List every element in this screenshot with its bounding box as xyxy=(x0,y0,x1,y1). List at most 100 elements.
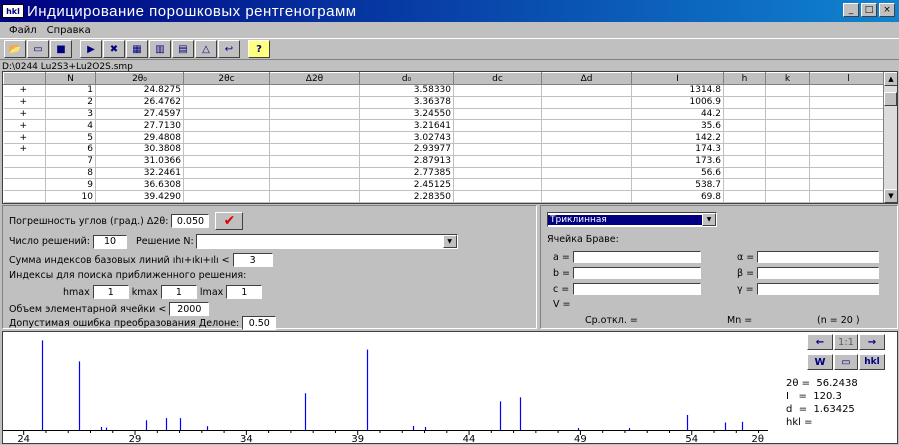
zoom-1-1-button[interactable]: 1:1 xyxy=(834,334,858,350)
col-header-n[interactable]: N xyxy=(45,72,96,85)
row-delta-d[interactable] xyxy=(541,84,632,97)
row-d-calc[interactable] xyxy=(453,131,542,144)
row-n[interactable]: 5 xyxy=(45,131,96,144)
delaunay-input[interactable]: 0.50 xyxy=(242,316,277,330)
row-intensity[interactable]: 35.6 xyxy=(631,119,724,133)
crystal-system-select[interactable]: Триклинная ▼ xyxy=(547,212,717,227)
row-mark[interactable]: + xyxy=(3,143,46,156)
row-d[interactable]: 3.24550 xyxy=(359,108,454,121)
row-d[interactable]: 2.77385 xyxy=(359,167,454,180)
row-two-theta[interactable]: 39.4290 xyxy=(95,190,184,203)
row-delta-d[interactable] xyxy=(541,131,632,144)
row-mark[interactable] xyxy=(3,167,46,180)
row-two-theta[interactable]: 36.6308 xyxy=(95,178,184,192)
row-two-theta-calc[interactable] xyxy=(183,178,270,192)
gamma-field[interactable] xyxy=(757,283,879,295)
row-l[interactable] xyxy=(809,178,888,192)
row-d[interactable]: 2.45125 xyxy=(359,178,454,192)
row-two-theta-calc[interactable] xyxy=(183,190,270,203)
save-icon[interactable]: ▭ xyxy=(27,40,49,58)
row-mark[interactable]: + xyxy=(3,96,46,109)
row-l[interactable] xyxy=(809,131,888,144)
app-hkl-icon[interactable]: hkl xyxy=(2,4,24,18)
col-header-d-obs[interactable]: d₀ xyxy=(359,72,454,85)
row-mark[interactable]: + xyxy=(3,119,46,133)
chevron-down-icon[interactable]: ▼ xyxy=(442,235,457,248)
row-h[interactable] xyxy=(723,96,766,109)
run-icon[interactable]: ▶ xyxy=(80,40,102,58)
row-intensity[interactable]: 173.6 xyxy=(631,155,724,168)
row-k[interactable] xyxy=(765,108,810,121)
apply-check-icon[interactable]: ✔ xyxy=(215,212,244,230)
diffraction-chart[interactable]: 24 29 34 39 44 49 54 2θ ← 1:1 → W ▭ hkl 2θ = 56… xyxy=(2,331,898,444)
row-delta-d[interactable] xyxy=(541,108,632,121)
angle-error-input[interactable]: 0.050 xyxy=(171,214,210,228)
col-header-mark[interactable] xyxy=(3,72,46,85)
save-chart-icon[interactable]: ▭ xyxy=(834,354,858,370)
row-two-theta[interactable]: 30.3808 xyxy=(95,143,184,156)
row-intensity[interactable]: 1314.8 xyxy=(631,84,724,97)
table-row[interactable]: +4 27.7130 3.21641 35.6 xyxy=(3,119,888,133)
row-two-theta-calc[interactable] xyxy=(183,108,270,121)
row-l[interactable] xyxy=(809,143,888,156)
row-delta-d[interactable] xyxy=(541,155,632,168)
row-k[interactable] xyxy=(765,84,810,97)
hkl-button[interactable]: hkl xyxy=(859,354,885,370)
row-d-calc[interactable] xyxy=(453,190,542,203)
beta-field[interactable] xyxy=(757,267,879,279)
row-h[interactable] xyxy=(723,167,766,180)
table-row[interactable]: +1 24.8275 3.58330 1314.8 xyxy=(3,84,888,97)
row-intensity[interactable]: 44.2 xyxy=(631,108,724,121)
row-intensity[interactable]: 56.6 xyxy=(631,167,724,180)
row-d[interactable]: 3.36378 xyxy=(359,96,454,109)
col-header-k[interactable]: k xyxy=(765,72,810,85)
row-h[interactable] xyxy=(723,84,766,97)
row-mark[interactable] xyxy=(3,155,46,168)
row-delta-two-theta[interactable] xyxy=(269,108,360,121)
row-delta-d[interactable] xyxy=(541,96,632,109)
delete-icon[interactable]: ✖ xyxy=(103,40,125,58)
row-n[interactable]: 9 xyxy=(45,178,96,192)
diffraction-plot[interactable]: 24 29 34 39 44 49 54 2θ xyxy=(3,332,768,443)
col-header-two-theta-obs[interactable]: 2θ₀ xyxy=(95,72,184,85)
b-field[interactable] xyxy=(573,267,701,279)
row-k[interactable] xyxy=(765,96,810,109)
lmax-input[interactable]: 1 xyxy=(226,285,263,299)
row-d-calc[interactable] xyxy=(453,178,542,192)
row-l[interactable] xyxy=(809,108,888,121)
row-delta-two-theta[interactable] xyxy=(269,190,360,203)
row-intensity[interactable]: 142.2 xyxy=(631,131,724,144)
col-header-delta-d[interactable]: Δd xyxy=(541,72,632,85)
row-two-theta-calc[interactable] xyxy=(183,167,270,180)
maximize-button[interactable]: □ xyxy=(861,3,877,17)
volume-input[interactable]: 2000 xyxy=(169,302,210,316)
hmax-input[interactable]: 1 xyxy=(92,285,129,299)
table-row[interactable]: 9 36.6308 2.45125 538.7 xyxy=(3,178,888,192)
word-export-icon[interactable]: W xyxy=(807,354,833,370)
row-l[interactable] xyxy=(809,84,888,97)
row-d-calc[interactable] xyxy=(453,167,542,180)
row-delta-two-theta[interactable] xyxy=(269,96,360,109)
row-delta-d[interactable] xyxy=(541,190,632,203)
row-delta-d[interactable] xyxy=(541,178,632,192)
scroll-up-icon[interactable]: ▲ xyxy=(884,72,897,86)
kmax-input[interactable]: 1 xyxy=(160,285,197,299)
next-arrow-icon[interactable]: → xyxy=(859,334,885,350)
row-d-calc[interactable] xyxy=(453,108,542,121)
row-d[interactable]: 3.21641 xyxy=(359,119,454,133)
row-n[interactable]: 8 xyxy=(45,167,96,180)
row-two-theta[interactable]: 32.2461 xyxy=(95,167,184,180)
prev-arrow-icon[interactable]: ← xyxy=(807,334,833,350)
minimize-button[interactable]: _ xyxy=(843,3,859,17)
table-row[interactable]: 8 32.2461 2.77385 56.6 xyxy=(3,167,888,180)
row-h[interactable] xyxy=(723,119,766,133)
row-delta-two-theta[interactable] xyxy=(269,84,360,97)
col-header-delta-two-theta[interactable]: Δ2θ xyxy=(269,72,360,85)
row-d-calc[interactable] xyxy=(453,143,542,156)
row-d[interactable]: 2.93977 xyxy=(359,143,454,156)
row-d[interactable]: 2.87913 xyxy=(359,155,454,168)
help-icon[interactable]: ? xyxy=(248,40,270,58)
row-intensity[interactable]: 174.3 xyxy=(631,143,724,156)
row-h[interactable] xyxy=(723,190,766,203)
a-field[interactable] xyxy=(573,251,701,263)
